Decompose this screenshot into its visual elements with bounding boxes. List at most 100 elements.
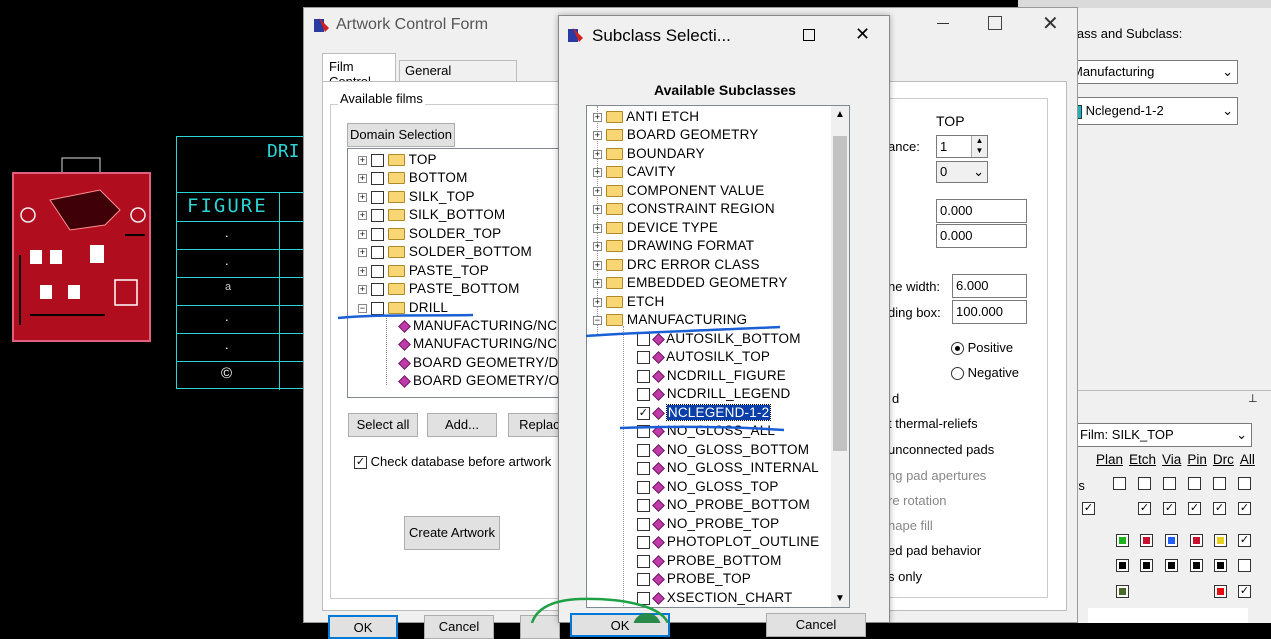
- checkbox[interactable]: [370, 171, 384, 185]
- color-swatch[interactable]: [1165, 534, 1178, 547]
- film-drill[interactable]: − DRILL: [358, 299, 448, 317]
- checkbox[interactable]: ✓: [1213, 502, 1226, 515]
- film-layer[interactable]: BOARD GEOMETRY/DI: [398, 354, 562, 372]
- bounding-box-field[interactable]: 100.000: [952, 300, 1027, 324]
- class-select[interactable]: Manufacturing ⌄: [1068, 60, 1238, 84]
- checkbox[interactable]: [637, 350, 650, 364]
- film-bottom[interactable]: + BOTTOM: [358, 169, 468, 187]
- apply-button[interactable]: [520, 615, 560, 639]
- checkbox[interactable]: [637, 443, 650, 457]
- checkbox[interactable]: [370, 282, 384, 296]
- class-item[interactable]: + DRC ERROR CLASS: [593, 256, 760, 274]
- class-item[interactable]: + ANTI ETCH: [593, 108, 699, 126]
- color-swatch[interactable]: [1165, 559, 1178, 572]
- checkbox[interactable]: [1163, 477, 1176, 490]
- subclass-item-selected[interactable]: ✓ NCLEGEND-1-2: [637, 404, 772, 422]
- color-swatch[interactable]: [1214, 585, 1227, 598]
- expand-icon[interactable]: +: [593, 149, 602, 159]
- ok-button[interactable]: OK: [570, 613, 670, 637]
- expand-icon[interactable]: +: [358, 284, 367, 294]
- checkbox[interactable]: ✓: [1238, 585, 1251, 598]
- offset-y-field[interactable]: 0.000: [936, 224, 1027, 248]
- film-paste-bottom[interactable]: + PASTE_BOTTOM: [358, 280, 520, 298]
- subclass-item[interactable]: NO_GLOSS_BOTTOM: [637, 441, 809, 459]
- option-text[interactable]: unconnected pads: [888, 442, 994, 457]
- checkbox[interactable]: [370, 153, 384, 167]
- expand-icon[interactable]: +: [358, 229, 367, 239]
- subclass-item[interactable]: XSECTION_CHART: [637, 589, 792, 607]
- class-item[interactable]: + ETCH: [593, 293, 664, 311]
- create-artwork-button[interactable]: Create Artwork: [404, 516, 500, 550]
- scroll-down-icon[interactable]: ▼: [831, 590, 849, 607]
- cancel-button[interactable]: Cancel: [766, 613, 866, 637]
- expand-icon[interactable]: +: [358, 247, 367, 257]
- positive-radio[interactable]: Positive: [951, 340, 1013, 356]
- class-item[interactable]: + CAVITY: [593, 163, 676, 181]
- check-database-checkbox[interactable]: ✓ Check database before artwork: [354, 454, 551, 470]
- film-layer[interactable]: MANUFACTURING/NCD: [398, 335, 564, 353]
- subclass-select[interactable]: Nclegend-1-2 ⌄: [1068, 97, 1238, 125]
- tab-film-control[interactable]: Film Control: [322, 53, 396, 89]
- subclass-item[interactable]: PROBE_BOTTOM: [637, 552, 782, 570]
- checkbox[interactable]: [637, 591, 650, 605]
- color-swatch[interactable]: [1190, 534, 1203, 547]
- expand-icon[interactable]: +: [593, 167, 602, 177]
- expand-icon[interactable]: +: [593, 223, 602, 233]
- class-item[interactable]: + BOARD GEOMETRY: [593, 126, 758, 144]
- scroll-thumb[interactable]: [833, 136, 847, 451]
- checkbox[interactable]: [1113, 477, 1126, 490]
- class-item[interactable]: + CONSTRAINT REGION: [593, 200, 775, 218]
- film-select[interactable]: Film: SILK_TOP ⌄: [1076, 423, 1252, 447]
- class-item[interactable]: + DRAWING FORMAT: [593, 237, 754, 255]
- expand-icon[interactable]: +: [593, 204, 602, 214]
- vertical-scrollbar[interactable]: ▲ ▼: [831, 106, 849, 607]
- checkbox[interactable]: [637, 572, 650, 586]
- offset-select[interactable]: 0 ⌄: [936, 161, 988, 183]
- film-paste-top[interactable]: + PASTE_TOP: [358, 262, 489, 280]
- collapse-icon[interactable]: −: [593, 315, 602, 325]
- checkbox[interactable]: [637, 480, 650, 494]
- subclass-item[interactable]: AUTOSILK_BOTTOM: [637, 330, 801, 348]
- color-swatch[interactable]: [1214, 559, 1227, 572]
- checkbox[interactable]: ✓: [1238, 534, 1251, 547]
- checkbox[interactable]: [1238, 559, 1251, 572]
- film-solder-bottom[interactable]: + SOLDER_BOTTOM: [358, 243, 532, 261]
- cancel-button[interactable]: Cancel: [424, 615, 494, 639]
- expand-icon[interactable]: +: [358, 210, 367, 220]
- film-solder-top[interactable]: + SOLDER_TOP: [358, 225, 501, 243]
- checkbox[interactable]: ✓: [1188, 502, 1201, 515]
- tab-general-parameters[interactable]: General Parameters: [399, 60, 517, 93]
- select-all-button[interactable]: Select all: [348, 413, 418, 437]
- minimize-button[interactable]: [937, 23, 949, 24]
- expand-icon[interactable]: +: [593, 278, 602, 288]
- pin-icon[interactable]: ⊥: [1248, 392, 1258, 405]
- film-layer[interactable]: MANUFACTURING/NCD: [398, 317, 564, 335]
- expand-icon[interactable]: +: [358, 266, 367, 276]
- maximize-button[interactable]: [803, 29, 815, 41]
- checkbox[interactable]: ✓: [1238, 502, 1251, 515]
- color-swatch[interactable]: [1140, 559, 1153, 572]
- class-item[interactable]: + EMBEDDED GEOMETRY: [593, 274, 788, 292]
- subclass-item[interactable]: AUTOSILK_TOP: [637, 348, 770, 366]
- checkbox[interactable]: ✓: [1138, 502, 1151, 515]
- ok-button[interactable]: OK: [328, 615, 398, 639]
- film-top[interactable]: + TOP: [358, 151, 437, 169]
- offset-x-field[interactable]: 0.000: [936, 199, 1027, 223]
- checkbox[interactable]: [1213, 477, 1226, 490]
- checkbox[interactable]: [637, 554, 650, 568]
- option-text[interactable]: hape fill: [888, 518, 933, 533]
- close-button[interactable]: ✕: [1042, 11, 1059, 36]
- film-silk-bottom[interactable]: + SILK_BOTTOM: [358, 206, 505, 224]
- spin-arrows-icon[interactable]: ▲ ▼: [971, 136, 987, 157]
- film-layer[interactable]: BOARD GEOMETRY/OU: [398, 372, 564, 390]
- expand-icon[interactable]: +: [358, 192, 367, 202]
- scroll-up-icon[interactable]: ▲: [831, 106, 849, 123]
- checkbox[interactable]: [1138, 477, 1151, 490]
- subclass-item[interactable]: NO_PROBE_TOP: [637, 515, 779, 533]
- checkbox[interactable]: [1188, 477, 1201, 490]
- option-text[interactable]: re rotation: [888, 493, 947, 508]
- expand-icon[interactable]: +: [593, 297, 602, 307]
- collapse-icon[interactable]: −: [358, 303, 367, 313]
- add-button[interactable]: Add...: [427, 413, 497, 437]
- option-text[interactable]: d: [892, 391, 899, 406]
